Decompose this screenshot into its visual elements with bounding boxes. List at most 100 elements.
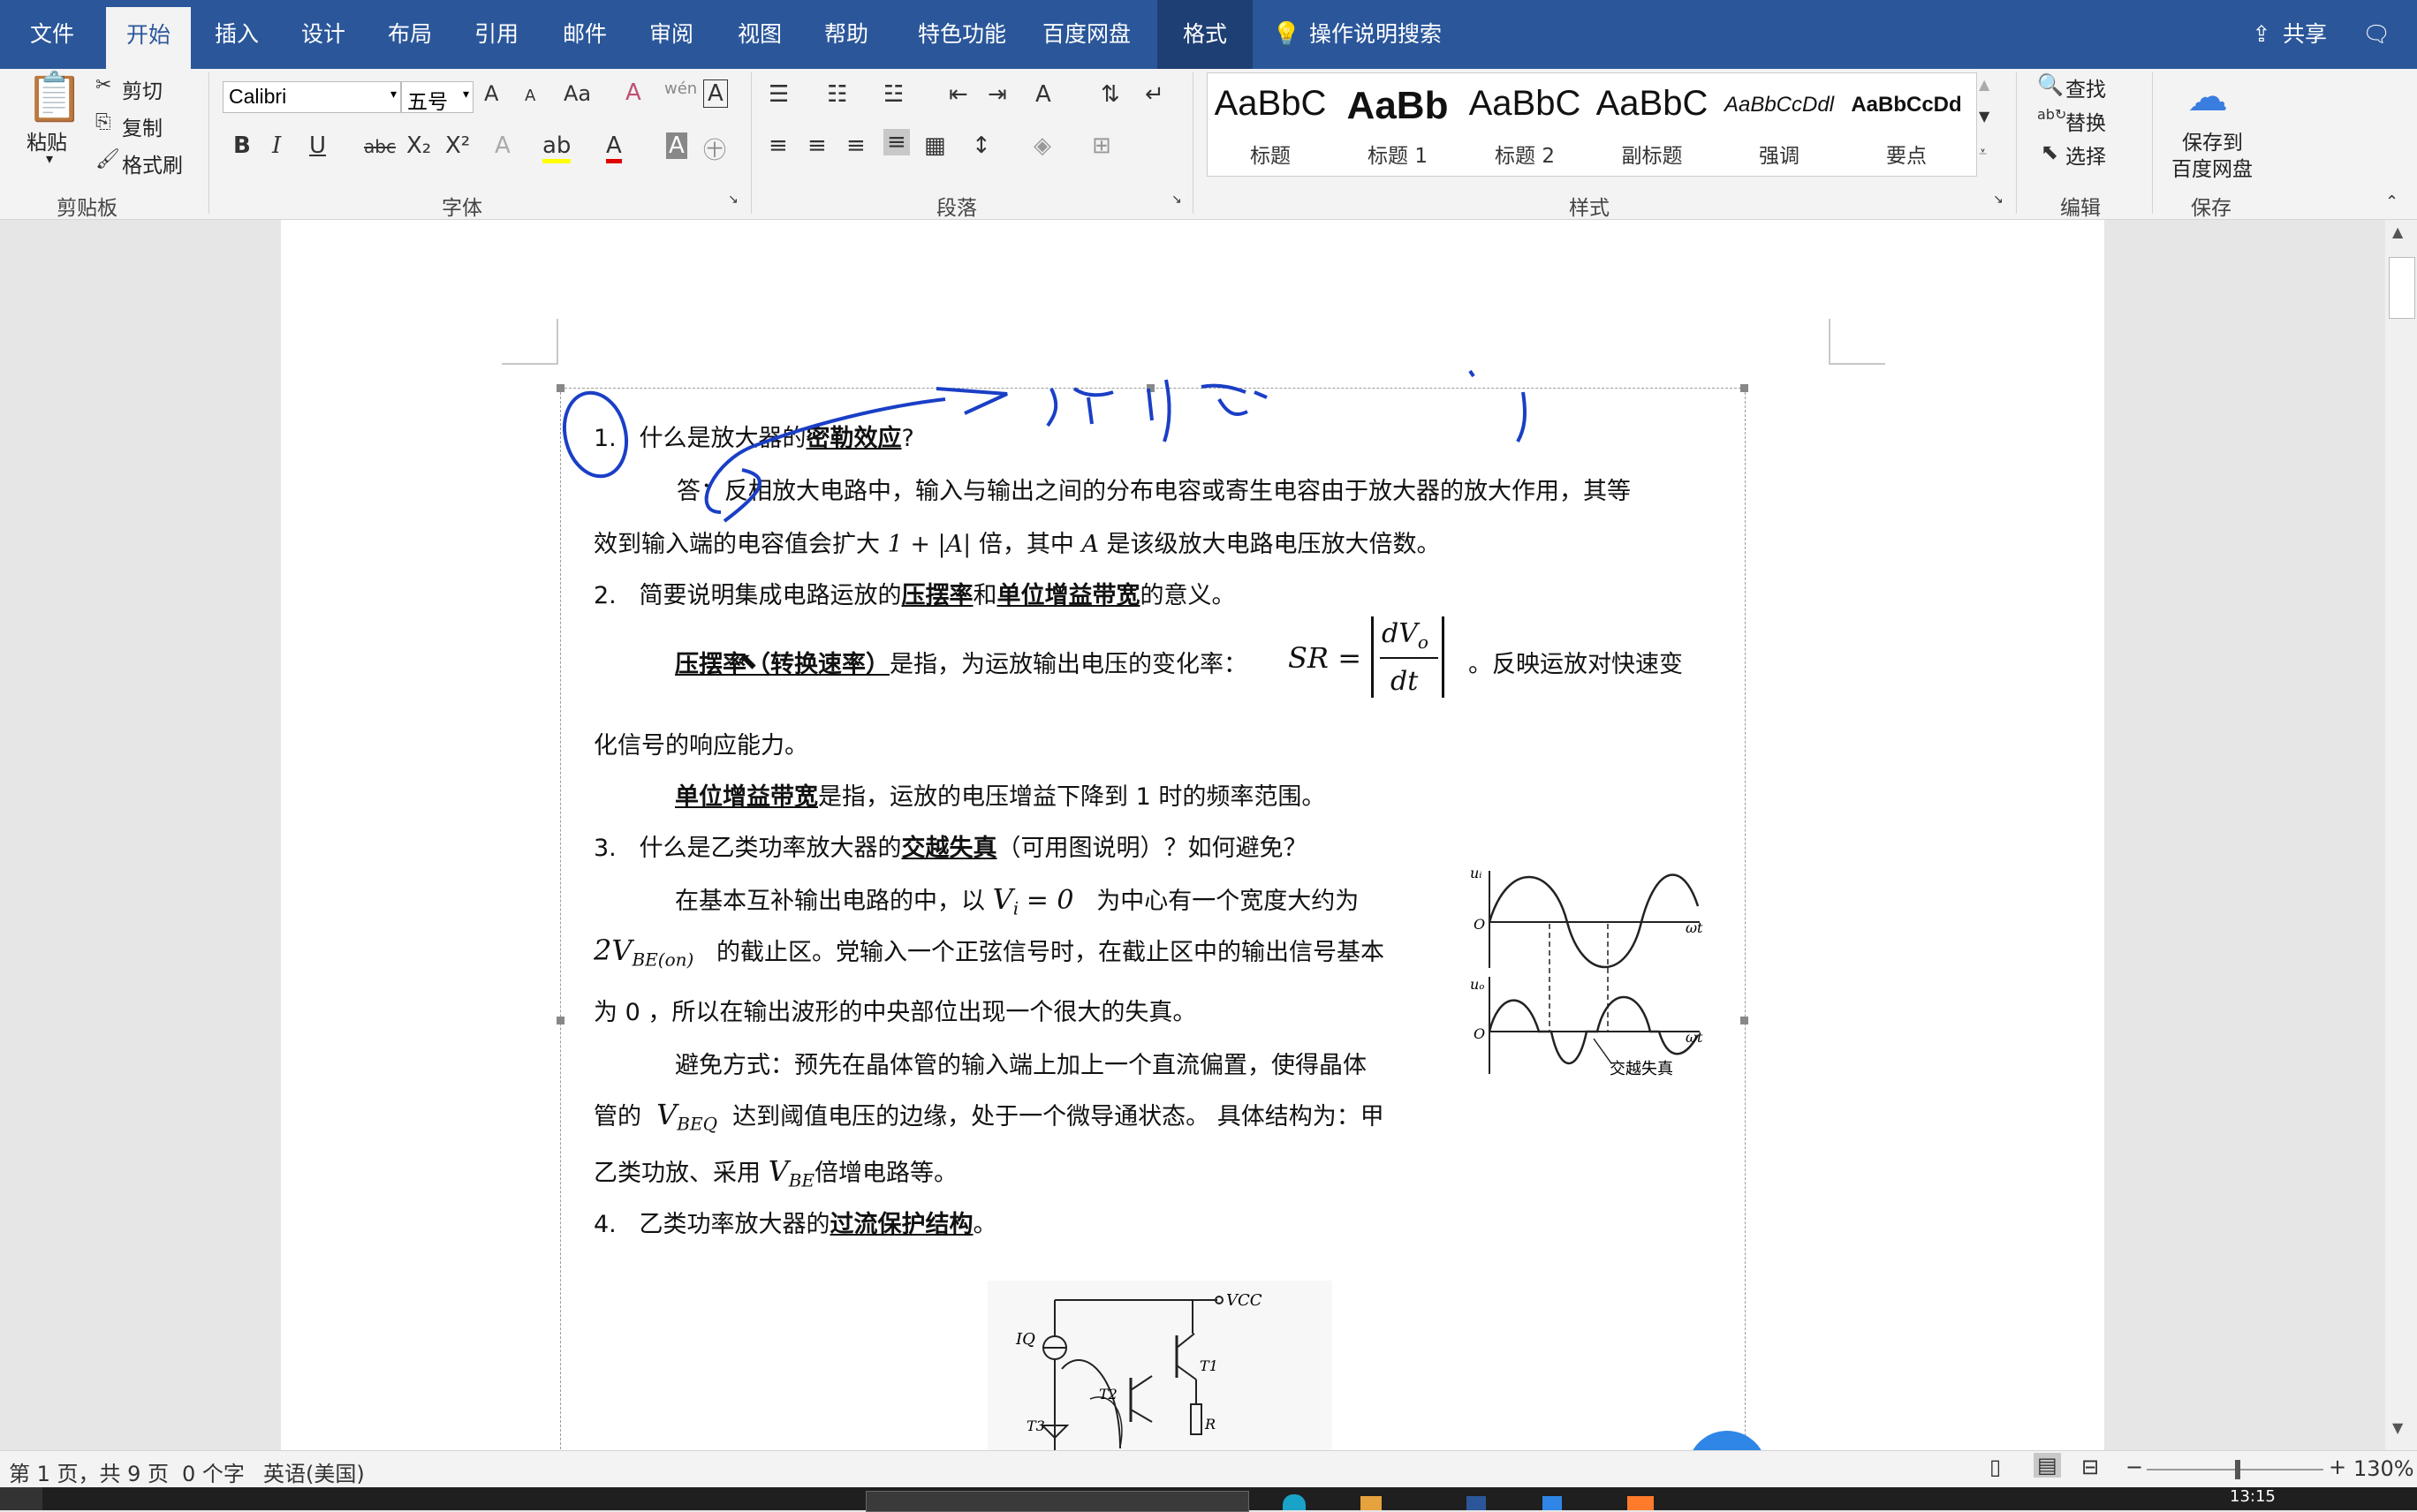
grow-font-icon[interactable]: A — [484, 81, 498, 106]
tab-baidu-pan[interactable]: 百度网盘 — [1034, 0, 1140, 69]
sort-icon[interactable]: ⇅ — [1101, 81, 1120, 108]
change-case-icon[interactable]: Aa — [564, 81, 591, 106]
page-count[interactable]: 第 1 页，共 9 页 — [9, 1456, 169, 1487]
style-heading-2[interactable]: AaBbC 标题 2 — [1462, 73, 1587, 176]
scroll-down-icon[interactable]: ▼ — [2392, 1419, 2403, 1436]
tab-home[interactable]: 开始 — [106, 7, 191, 69]
line-spacing-icon[interactable]: ↕ — [972, 132, 991, 159]
format-painter-button[interactable]: 格式刷 — [122, 148, 183, 178]
tab-file[interactable]: 文件 — [12, 0, 92, 69]
vertical-scrollbar[interactable]: ▲ ▼ — [2385, 220, 2417, 1450]
gallery-down-icon[interactable]: ▼ — [1979, 108, 1989, 125]
tab-view[interactable]: 视图 — [724, 0, 795, 69]
scroll-thumb[interactable] — [2389, 257, 2415, 319]
baidu-cloud-icon[interactable]: ☁ — [2187, 72, 2228, 120]
tab-mailings[interactable]: 邮件 — [549, 0, 620, 69]
share-icon[interactable]: ⇪ — [2244, 0, 2279, 69]
font-color-icon[interactable]: A — [606, 132, 622, 163]
resize-handle[interactable] — [1740, 384, 1748, 392]
zoom-slider-thumb[interactable] — [2235, 1460, 2240, 1479]
bold-icon[interactable]: B — [233, 132, 251, 159]
share-button[interactable]: 共享 — [2283, 0, 2336, 69]
comments-icon[interactable]: 🗨 — [2359, 0, 2394, 69]
zoom-in-icon[interactable]: + — [2329, 1455, 2346, 1479]
borders-icon[interactable]: ⊞ — [1092, 132, 1111, 159]
align-center-icon[interactable]: ≡ — [807, 132, 827, 159]
subscript-icon[interactable]: X₂ — [406, 132, 431, 159]
edge-icon[interactable] — [1283, 1494, 1306, 1510]
underline-icon[interactable]: U — [309, 132, 326, 159]
justify-icon[interactable]: ≡ — [883, 129, 910, 155]
gallery-more-icon[interactable]: ⩡ — [1979, 143, 1987, 161]
shading-icon[interactable]: ◈ — [1034, 132, 1051, 159]
scissors-icon[interactable]: ✂ — [95, 74, 111, 96]
style-subtitle[interactable]: AaBbC 副标题 — [1589, 73, 1715, 176]
language-indicator[interactable]: 英语(美国) — [263, 1456, 365, 1487]
style-title[interactable]: AaBbC 标题 — [1208, 73, 1333, 176]
search-icon[interactable]: 🔍 — [2037, 72, 2064, 97]
app-icon[interactable] — [1627, 1496, 1654, 1510]
superscript-icon[interactable]: X² — [445, 132, 470, 159]
scroll-up-icon[interactable]: ▲ — [2392, 223, 2403, 240]
resize-handle[interactable] — [557, 1017, 564, 1024]
save-to-line2[interactable]: 百度网盘 — [2171, 152, 2253, 182]
shrink-font-icon[interactable]: A — [525, 87, 535, 105]
app-icon[interactable] — [1542, 1496, 1562, 1510]
tab-format[interactable]: 格式 — [1157, 0, 1253, 69]
strikethrough-icon[interactable]: abc — [364, 136, 396, 157]
copy-icon[interactable]: ⎘ — [95, 111, 111, 133]
replace-icon[interactable]: ab↻ — [2037, 106, 2066, 123]
font-size-box[interactable]: 五号 ▾ — [401, 81, 474, 114]
bullets-icon[interactable]: ☰ — [769, 81, 789, 108]
decrease-indent-icon[interactable]: ⇤ — [949, 81, 968, 108]
show-marks-icon[interactable]: ↵ — [1145, 81, 1164, 108]
chevron-down-icon[interactable]: ▾ — [390, 87, 397, 102]
resize-handle[interactable] — [1740, 1017, 1748, 1024]
word-count[interactable]: 0 个字 — [182, 1456, 245, 1487]
tab-design[interactable]: 设计 — [288, 0, 359, 69]
font-name-box[interactable]: Calibri ▾ — [223, 81, 401, 113]
lightbulb-icon[interactable]: 💡 — [1272, 0, 1300, 69]
character-border-icon[interactable]: A — [703, 79, 728, 108]
cut-button[interactable]: 剪切 — [122, 74, 163, 104]
tab-review[interactable]: 审阅 — [636, 0, 707, 69]
paste-icon[interactable]: 📋 — [25, 69, 84, 125]
start-button[interactable] — [0, 1487, 42, 1510]
save-to-line1[interactable]: 保存到 — [2182, 125, 2243, 155]
clock[interactable]: 13:15 — [2230, 1487, 2276, 1506]
dialog-launcher-icon[interactable]: ↘ — [1993, 193, 2004, 207]
read-mode-icon[interactable]: ▯ — [1989, 1455, 2001, 1479]
text-effects-icon[interactable]: A — [495, 132, 511, 159]
style-emphasis[interactable]: AaBbCcDdl 强调 — [1716, 73, 1842, 176]
cursor-select-icon[interactable]: ⬉ — [2041, 140, 2058, 164]
chevron-down-icon[interactable]: ▾ — [463, 87, 469, 102]
multilevel-list-icon[interactable]: ☳ — [883, 81, 904, 108]
asian-layout-icon[interactable]: A — [1035, 81, 1051, 108]
phonetic-icon[interactable]: wén — [664, 79, 697, 98]
zoom-level[interactable]: 130% — [2353, 1456, 2414, 1481]
folder-icon[interactable] — [1360, 1496, 1382, 1510]
web-layout-icon[interactable]: ⊟ — [2081, 1455, 2099, 1479]
word-icon[interactable] — [1466, 1496, 1486, 1510]
brush-icon[interactable]: 🖌 — [95, 148, 120, 170]
align-left-icon[interactable]: ≡ — [769, 132, 788, 159]
replace-button[interactable]: 替换 — [2065, 106, 2106, 136]
highlight-icon[interactable]: ab — [542, 132, 572, 163]
character-shading-icon[interactable]: A — [666, 132, 687, 159]
select-button[interactable]: 选择 — [2065, 140, 2106, 170]
gallery-up-icon[interactable]: ▲ — [1979, 76, 1989, 93]
distributed-icon[interactable]: ▦ — [924, 132, 946, 159]
zoom-out-icon[interactable]: − — [2125, 1455, 2143, 1479]
print-layout-icon[interactable]: ▤ — [2034, 1453, 2061, 1478]
dialog-launcher-icon[interactable]: ↘ — [728, 193, 739, 207]
clear-format-icon[interactable]: A — [625, 79, 641, 106]
align-right-icon[interactable]: ≡ — [846, 132, 866, 159]
style-strong[interactable]: AaBbCcDd 要点 — [1844, 73, 1969, 176]
copy-button[interactable]: 复制 — [122, 111, 163, 141]
enclose-character-icon[interactable]: ㊉ — [703, 132, 726, 165]
tab-layout[interactable]: 布局 — [375, 0, 445, 69]
numbering-icon[interactable]: ☷ — [827, 81, 847, 108]
italic-icon[interactable]: I — [272, 132, 281, 159]
tab-references[interactable]: 引用 — [461, 0, 532, 69]
collapse-ribbon-icon[interactable]: ⌃ — [2385, 193, 2398, 211]
